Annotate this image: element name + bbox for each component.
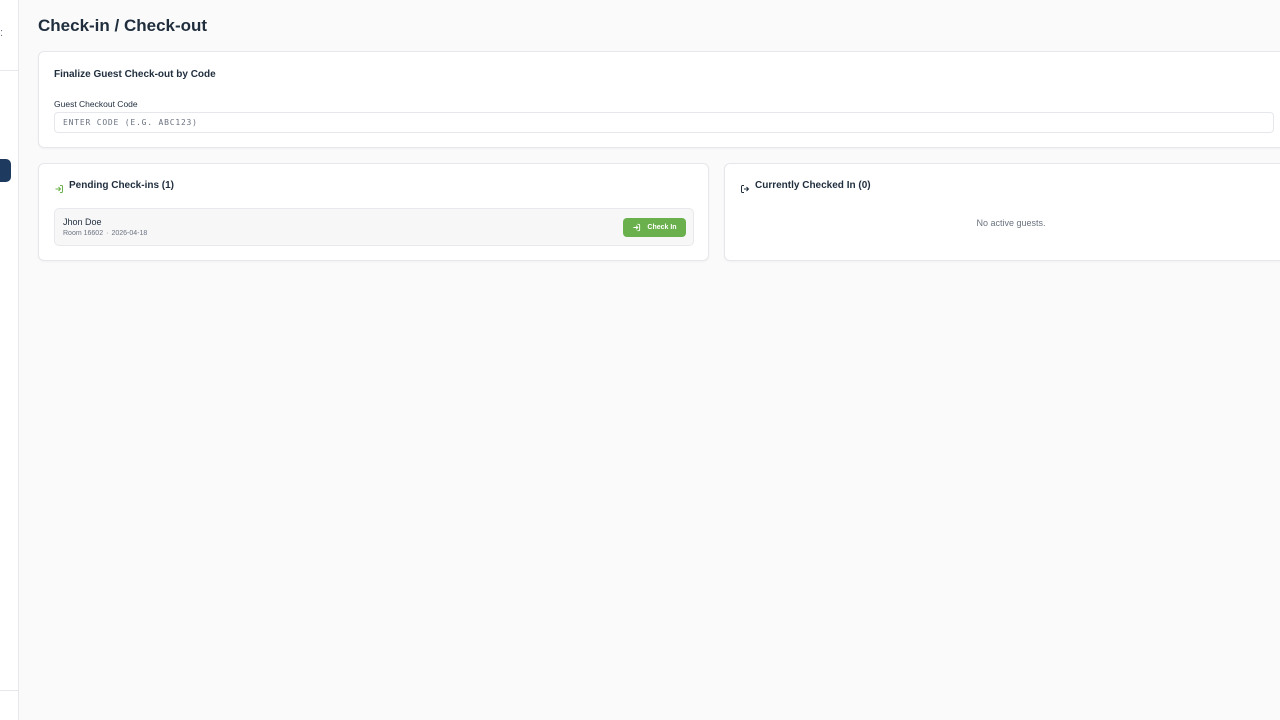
checkout-code-label: Guest Checkout Code [54, 99, 138, 109]
guest-name: Jhon Doe [63, 217, 102, 227]
log-in-icon [632, 223, 641, 232]
collapse-sidebar-icon[interactable]: : [0, 28, 3, 39]
sidebar: : [0, 0, 19, 720]
list-item: Jhon Doe Room 16602 · 2026-04-18 Check In [54, 208, 694, 246]
checkout-code-input[interactable] [54, 112, 1274, 133]
log-in-icon [54, 181, 64, 193]
sidebar-item-active[interactable] [0, 159, 11, 182]
page-title: Check-in / Check-out [38, 16, 208, 35]
checkout-card-title: Finalize Guest Check-out by Code [54, 69, 216, 80]
checked-in-card: Currently Checked In (0) No active guest… [724, 163, 1280, 261]
log-out-icon [740, 181, 750, 193]
empty-state-text: No active guests. [976, 218, 1046, 228]
guest-date: 2026-04-18 [111, 230, 148, 237]
meta-separator: · [106, 230, 109, 237]
checked-in-header: Currently Checked In (0) [740, 180, 871, 193]
check-in-button[interactable]: Check In [623, 218, 686, 237]
pending-checkins-title: Pending Check-ins (1) [69, 180, 175, 191]
guest-meta: Room 16602 · 2026-04-18 [63, 230, 147, 237]
pending-checkins-card: Pending Check-ins (1) Jhon Doe Room 1660… [38, 163, 709, 261]
guest-room: Room 16602 [63, 230, 104, 237]
checkout-by-code-card: Finalize Guest Check-out by Code Guest C… [38, 51, 1280, 148]
sidebar-divider-bottom [0, 690, 18, 691]
checked-in-title: Currently Checked In (0) [755, 180, 871, 191]
check-in-button-label: Check In [647, 224, 677, 231]
pending-checkins-header: Pending Check-ins (1) [54, 180, 175, 193]
sidebar-divider [0, 70, 18, 71]
